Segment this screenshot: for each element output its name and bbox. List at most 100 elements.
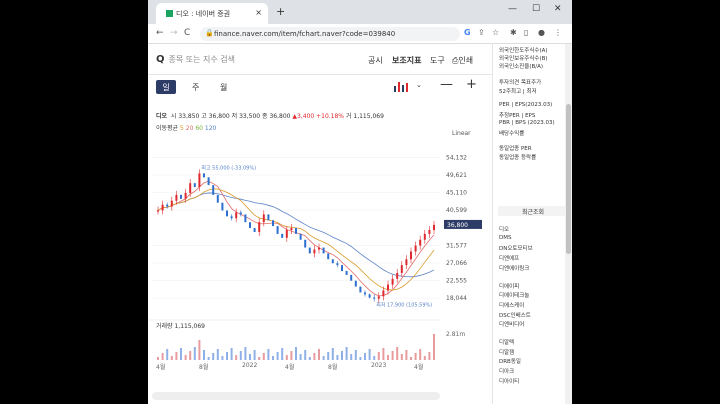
recent-title[interactable]: 최근조회 [498,206,568,216]
candle-body [253,228,256,232]
page-scrollbar[interactable] [565,44,572,404]
candle-body [235,212,238,219]
volume-bar [331,348,334,360]
forward-button[interactable]: → [170,28,178,38]
recent-item[interactable]: 디에이테크놀 [499,291,529,299]
recent-item[interactable]: DSC인베스트 [499,311,531,319]
maximize-button[interactable]: ☐ [532,4,540,14]
low-label: 저 [231,113,238,120]
url-text: finance.naver.com/item/fchart.naver?code… [214,30,396,38]
reload-button[interactable]: C [184,28,190,38]
volume-bar [405,350,408,360]
zoom-out-button[interactable]: — [440,77,453,92]
extensions-icon[interactable]: ✱ [510,28,517,37]
volume-bar [212,353,215,360]
volume-bar [433,334,435,360]
period-month-tab[interactable]: 월 [220,82,227,93]
volume-bar [285,355,288,360]
candle-body [373,297,376,299]
candle-body [331,259,334,264]
volume-bar [249,354,251,360]
tab-close-icon[interactable]: × [255,8,262,17]
candle-body [161,204,164,211]
volume-bar [193,347,196,360]
zoom-in-button[interactable]: + [466,77,477,92]
print-label: 인쇄 [458,56,474,65]
bookmark-icon[interactable]: ☆ [492,28,499,37]
volume-bar [327,352,330,360]
x-axis: 4월 8월 2022 4월 8월 2023 4월 [148,362,492,374]
candle-body [262,214,265,223]
volume-bar [175,352,178,360]
candle-body [322,247,325,254]
price-chart[interactable]: 54,132 49,621 45,110 40,599 31,577 27,066 22,5… [148,140,492,370]
recent-item[interactable]: 디아이티 [499,377,519,385]
candle-body [207,177,210,186]
recent-item[interactable]: 디알텍 [499,338,514,346]
recent-item[interactable]: 디엔에프 [499,254,519,262]
recent-item[interactable]: DMS [499,235,511,241]
candle-chart-icon[interactable] [394,82,408,92]
url-field[interactable]: 🔒 finance.naver.com/item/fchart.naver?co… [200,27,460,41]
recent-item[interactable]: 디아크 [499,367,514,375]
search-box[interactable]: Q 종목 또는 지수 검색 [156,54,235,65]
close-window-button[interactable]: ✕ [554,4,562,14]
profile-icon[interactable]: ● [538,28,545,37]
volume-bar [377,352,380,360]
recent-item[interactable]: 디알젬 [499,348,514,356]
ma120-label[interactable]: 120 [205,125,216,132]
back-button[interactable]: ← [156,28,164,38]
page-scrollbar-thumb[interactable] [566,104,571,254]
period-week-tab[interactable]: 주 [192,82,199,93]
disclosure-button[interactable]: 공시 [368,55,383,66]
recent-item[interactable]: 디오 [499,225,509,233]
info-item: 52주최고 | 최저 [499,89,537,95]
candle-body [387,284,389,291]
candle-body [249,222,251,229]
ma-label: 이동평균 [156,125,179,132]
ma60-label[interactable]: 60 [195,125,203,132]
recent-item[interactable]: DN오토모티브 [499,244,533,252]
y-tick-label: 31,577 [446,242,467,249]
recent-item[interactable]: 디엔비디어 [499,320,524,328]
period-day-tab[interactable]: 일 [156,80,176,94]
indicator-button[interactable]: 보조지표 [392,55,421,66]
minimize-button[interactable]: — [508,4,517,14]
volume-bar [207,357,210,360]
candle-body [313,249,316,254]
volume-bar [290,351,293,360]
volume-title: 거래량 1,115,069 [156,323,206,330]
sidepanel-icon[interactable]: ▯ [524,28,528,37]
max-annotation: 최고 55,000 (-33.09%) [201,164,256,171]
candle-body [391,278,394,285]
chart-scrollbar[interactable] [152,392,440,400]
info-item: 동일업종 PER [499,146,532,152]
tab-title: 디오 : 네이버 증권 [176,10,231,18]
x-tick-label: 4월 [156,364,166,371]
price-candles [157,169,435,303]
candle-body [345,270,348,275]
scale-mode-select[interactable]: Linear [452,130,471,137]
menu-icon[interactable]: ⋮ [554,28,562,37]
ma5-label[interactable]: 5 [180,125,184,132]
volume-bar [387,355,389,360]
recent-item[interactable]: 디에스케이 [499,301,524,309]
ma20-label[interactable]: 20 [186,125,194,132]
volume-bar [396,347,399,360]
chevron-down-icon[interactable]: ⌄ [416,81,422,89]
ma120-line [157,192,435,278]
recent-item[interactable]: 디엔에이링크 [499,264,529,272]
candle-body [295,228,297,234]
share-icon[interactable]: ⇪ [478,28,485,37]
new-tab-button[interactable]: + [276,5,285,18]
candle-body [221,202,224,211]
volume-bars [157,334,435,360]
recent-item[interactable]: DRB동일 [499,357,521,365]
tools-button[interactable]: 도구 [430,55,445,66]
print-button[interactable]: ⎙인쇄 [452,55,473,66]
chart-panel: Q 종목 또는 지수 검색 공시 보조지표 도구 ⎙인쇄 일 주 월 ⌄ — + … [148,44,492,404]
tab-active[interactable]: 디오 : 네이버 증권 × [156,3,268,24]
volume-bar [414,353,417,360]
recent-item[interactable]: 디에이피 [499,282,519,290]
google-icon[interactable]: G [464,28,471,37]
